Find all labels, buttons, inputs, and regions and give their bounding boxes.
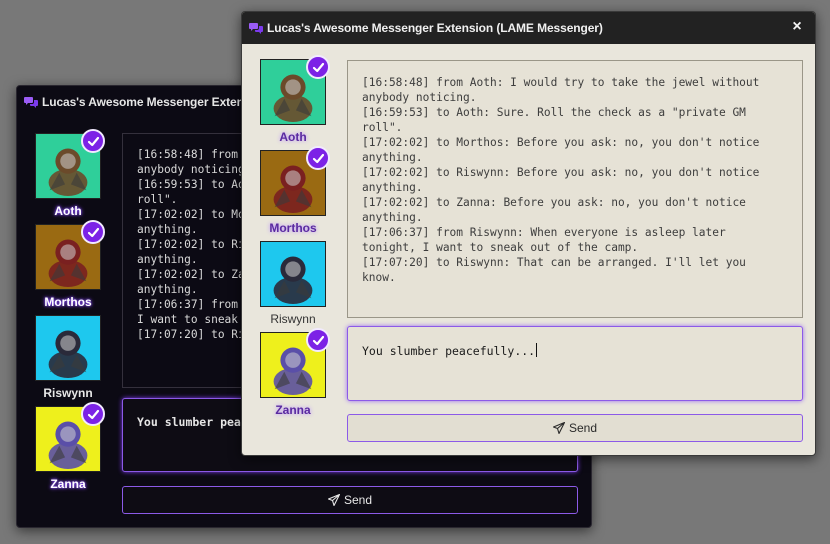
message-input-value: You slumber peacefully... (362, 344, 536, 358)
character-item[interactable]: Riswynn (33, 315, 103, 401)
close-icon[interactable]: × (790, 19, 804, 35)
chat-bubbles-icon (249, 23, 263, 34)
window-title: Lucas's Awesome Messenger Extension (LAM… (267, 21, 603, 35)
character-name: Aoth (279, 130, 307, 144)
message-input[interactable]: You slumber peacefully... (347, 326, 803, 401)
character-name: Zanna (50, 477, 86, 491)
checkmark-icon (81, 402, 105, 426)
message-log: [16:58:48] from Aoth: I would try to tak… (347, 60, 803, 318)
character-list: Aoth Morthos Riswynn Zanna (258, 55, 330, 418)
character-name: Morthos (44, 295, 92, 309)
paper-plane-icon (552, 422, 565, 434)
send-label: Send (343, 493, 373, 507)
checkmark-icon (306, 146, 330, 170)
chat-bubbles-icon (24, 97, 38, 108)
character-item[interactable]: Zanna (258, 328, 330, 418)
checkmark-icon (306, 55, 330, 79)
character-name: Riswynn (270, 312, 316, 326)
send-button[interactable]: Send (122, 486, 578, 514)
character-item[interactable]: Morthos (33, 220, 105, 310)
character-name: Zanna (275, 403, 311, 417)
character-avatar (35, 315, 101, 381)
character-item[interactable]: Zanna (33, 402, 105, 492)
send-button[interactable]: Send (347, 414, 803, 442)
character-name: Riswynn (43, 386, 93, 400)
messenger-window-light: Lucas's Awesome Messenger Extension (LAM… (241, 11, 816, 456)
character-item[interactable]: Aoth (33, 129, 105, 219)
checkmark-icon (81, 220, 105, 244)
character-name: Aoth (54, 204, 82, 218)
character-portrait-icon (48, 330, 88, 379)
paper-plane-icon (327, 494, 340, 506)
send-label: Send (568, 421, 598, 435)
character-portrait-icon (273, 256, 313, 305)
checkmark-icon (306, 328, 330, 352)
text-caret (536, 343, 538, 357)
character-item[interactable]: Morthos (258, 146, 330, 236)
character-avatar (260, 241, 326, 307)
character-name: Morthos (269, 221, 317, 235)
checkmark-icon (81, 129, 105, 153)
character-item[interactable]: Riswynn (258, 241, 328, 327)
window-titlebar[interactable]: Lucas's Awesome Messenger Extension (LAM… (242, 12, 815, 44)
character-list: Aoth Morthos Riswynn Zanna (33, 129, 105, 492)
character-item[interactable]: Aoth (258, 55, 330, 145)
